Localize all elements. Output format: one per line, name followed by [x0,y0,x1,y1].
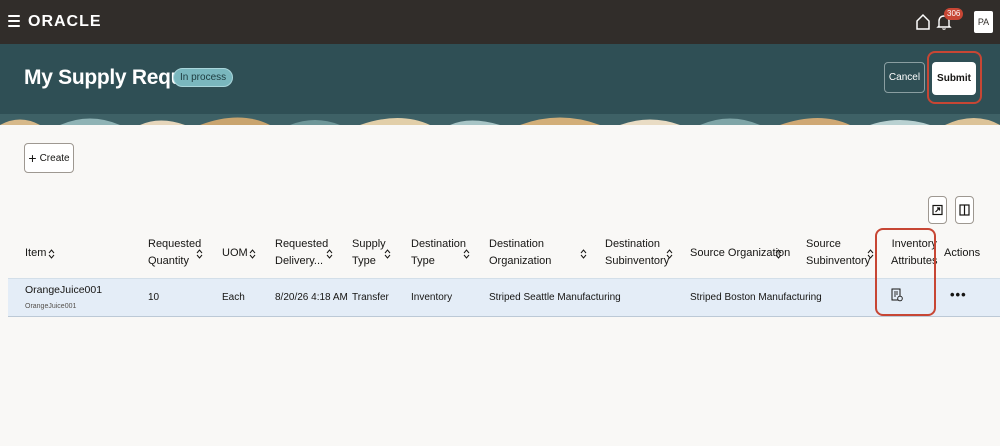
cancel-button[interactable]: Cancel [884,62,925,93]
plus-icon: + [28,150,37,166]
status-badge: In process [173,68,234,87]
export-button[interactable] [928,196,947,224]
submit-highlight-ring [927,51,982,104]
cell-supply-type: Transfer [352,292,389,303]
column-header-label: Requested [275,238,329,250]
cell-requested-quantity: 10 [148,292,160,303]
cell-item[interactable]: OrangeJuice001 [25,284,102,296]
hamburger-menu-icon[interactable] [8,14,20,28]
column-header-label: Organization [489,255,552,267]
sort-icon[interactable] [384,249,391,259]
column-header-label: Destination [411,238,467,250]
column-header-label: Destination [489,238,545,250]
decorative-banner-pattern [0,114,1000,125]
column-header-label: UOM [222,247,248,259]
page-header: My Supply Requests In process Cancel Sub… [0,44,1000,114]
column-header-label: Supply [352,238,386,250]
sort-icon[interactable] [867,249,874,259]
top-navigation-bar: ORACLE 306 PA [0,0,1000,44]
sort-icon[interactable] [48,249,55,259]
export-icon [932,204,943,216]
sort-icon[interactable] [580,249,587,259]
cell-requested-delivery: 8/20/26 4:18 AM [275,292,348,303]
user-avatar[interactable]: PA [974,11,993,33]
column-header-label: Type [411,255,435,267]
column-header-supply-type[interactable]: Supply Type [352,236,386,270]
oracle-logo: ORACLE [28,13,102,30]
column-header-label: Subinventory [605,255,670,267]
sort-icon[interactable] [463,249,470,259]
home-icon[interactable] [915,13,931,31]
columns-button[interactable] [955,196,974,224]
sort-icon[interactable] [196,249,203,259]
column-header-label: Source [806,238,841,250]
column-header-requested-delivery[interactable]: Requested Delivery... [275,236,328,270]
create-button[interactable]: + Create [24,143,74,173]
column-header-uom[interactable]: UOM [222,245,248,262]
sort-icon[interactable] [249,249,256,259]
sort-icon[interactable] [326,249,333,259]
create-button-label: Create [39,152,70,164]
row-actions-menu-icon[interactable]: ••• [950,287,967,302]
column-header-item[interactable]: Item [25,245,46,262]
notification-count-badge: 306 [944,8,964,20]
cell-destination-organization: Striped Seattle Manufacturing [489,292,621,303]
inventory-attributes-highlight-ring [875,228,936,316]
cell-item-description: OrangeJuice001 [25,303,77,310]
column-header-destination-organization[interactable]: Destination Organization [489,236,551,270]
column-header-label: Subinventory [806,255,871,267]
column-header-actions: Actions [944,245,980,262]
column-header-label: Delivery... [275,255,324,267]
cell-destination-type: Inventory [411,292,453,303]
cell-source-organization: Striped Boston Manufacturing [690,292,822,303]
column-header-label: Destination [605,238,661,250]
column-header-destination-type[interactable]: Destination Type [411,236,466,270]
column-header-label: Requested [148,238,202,250]
column-header-source-subinventory[interactable]: Source Subinventory [806,236,870,270]
columns-icon [959,204,970,216]
column-header-requested-quantity[interactable]: Requested Quantity [148,236,201,270]
cell-uom: Each [222,292,245,303]
column-header-destination-subinventory[interactable]: Destination Subinventory [605,236,669,270]
column-header-label: Actions [944,247,981,259]
sort-icon[interactable] [666,249,673,259]
column-header-label: Quantity [148,255,189,267]
column-header-label: Type [352,255,376,267]
sort-icon[interactable] [775,249,782,259]
column-header-item-label: Item [25,247,47,259]
